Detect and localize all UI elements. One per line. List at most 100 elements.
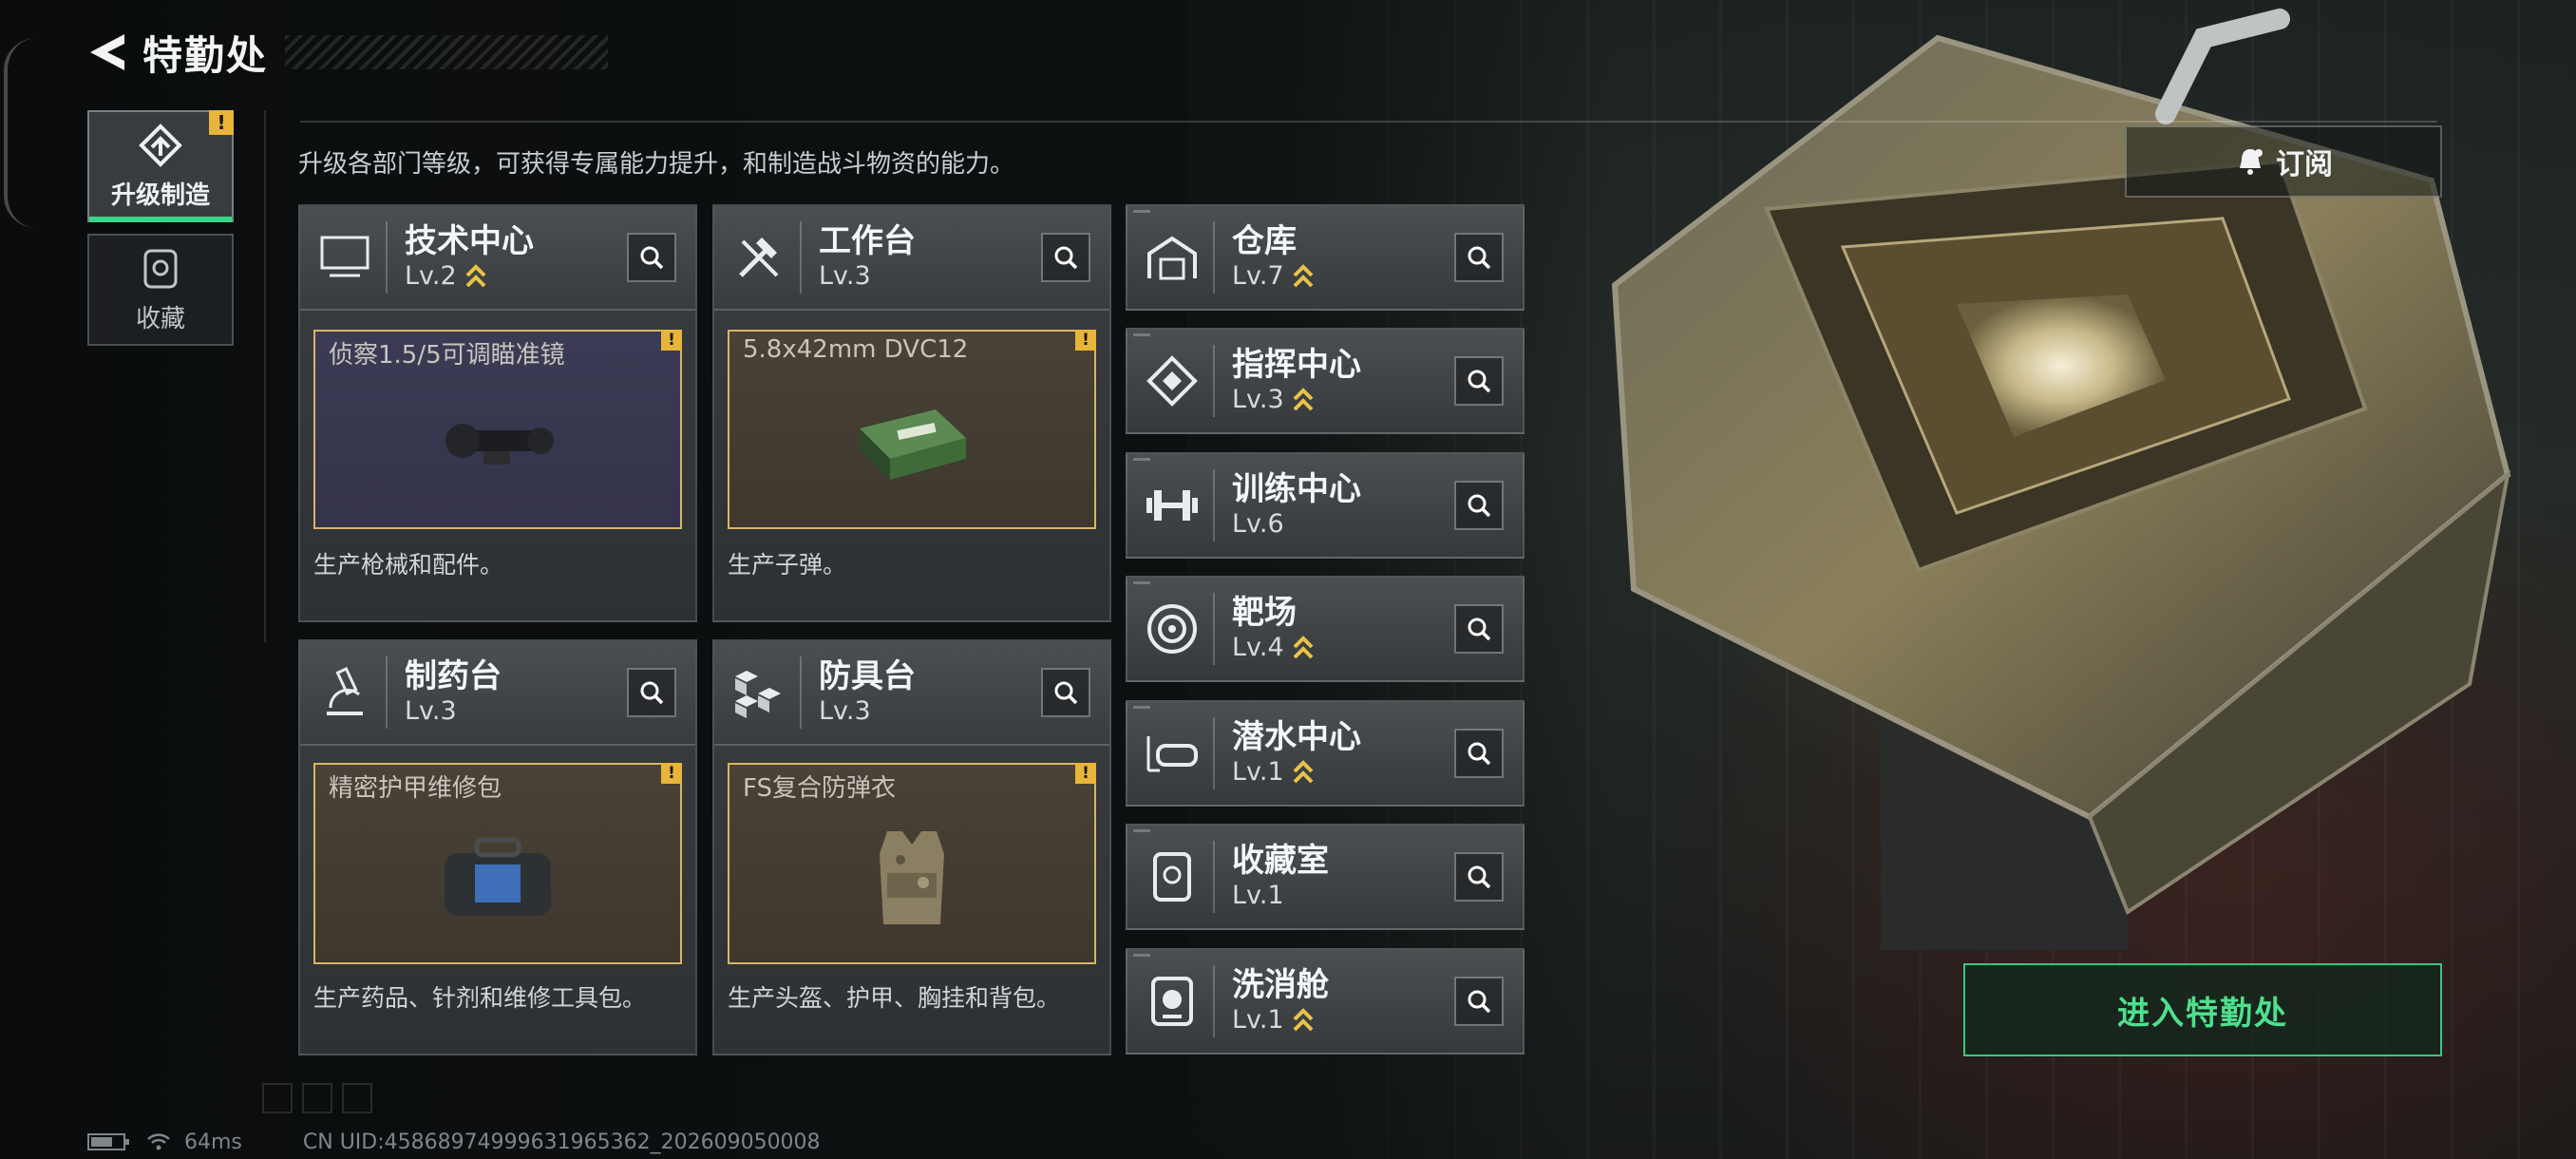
status-bar: 64ms CN UID:4586897499963196536​2_202609… bbox=[87, 1129, 821, 1155]
tools-icon bbox=[726, 224, 792, 291]
dept-card-decon-pod[interactable]: 洗消舱 Lv.1 bbox=[1126, 948, 1525, 1054]
card-text: 指挥中心 Lv.3 bbox=[1232, 346, 1454, 416]
search-button[interactable] bbox=[1041, 668, 1090, 717]
dept-level: Lv.1 bbox=[1232, 757, 1284, 787]
dept-name: 工作台 bbox=[819, 222, 916, 260]
subscribe-bell-icon bbox=[2240, 149, 2263, 175]
separator bbox=[386, 656, 388, 729]
separator bbox=[1213, 469, 1215, 542]
card-text: 技术中心 Lv.2 bbox=[405, 222, 627, 293]
upgrade-available-icon bbox=[464, 264, 487, 289]
enter-special-ops-button[interactable]: 进入特勤处 bbox=[1963, 963, 2442, 1056]
dept-level-row: Lv.4 bbox=[1232, 632, 1454, 664]
dept-card-training-center[interactable]: 训练中心 Lv.6 bbox=[1126, 452, 1525, 559]
search-icon bbox=[640, 246, 664, 270]
dept-card-pharmacy[interactable]: 制药台 Lv.3 精密护甲维修包 ! 生产药品、针剂和维修工具包。 bbox=[298, 639, 697, 1055]
page-header: 特勤处 bbox=[82, 23, 609, 82]
dept-level: Lv.3 bbox=[405, 696, 457, 726]
dept-name: 制药台 bbox=[405, 657, 502, 695]
dept-level: Lv.3 bbox=[819, 261, 871, 291]
dept-card-collection-room[interactable]: 收藏室 Lv.1 bbox=[1126, 824, 1525, 930]
search-button[interactable] bbox=[1454, 233, 1504, 282]
dept-level: Lv.6 bbox=[1232, 509, 1284, 539]
dept-name: 靶场 bbox=[1232, 594, 1297, 632]
alert-badge: ! bbox=[661, 763, 682, 784]
separator bbox=[1213, 965, 1215, 1037]
dept-card-diving-center[interactable]: 潜水中心 Lv.1 bbox=[1126, 700, 1525, 807]
search-icon bbox=[1468, 494, 1491, 518]
card-header: 制药台 Lv.3 bbox=[300, 641, 695, 746]
craft-item-name: 5.8x42mm DVC12 bbox=[743, 335, 969, 364]
dept-description: 生产子弹。 bbox=[728, 551, 847, 579]
back-button[interactable] bbox=[82, 26, 135, 79]
enter-button-label: 进入特勤处 bbox=[2117, 994, 2288, 1033]
alert-badge: ! bbox=[209, 110, 234, 135]
craft-item-slot[interactable]: 5.8x42mm DVC12 ! bbox=[728, 330, 1096, 529]
dept-name: 潜水中心 bbox=[1232, 718, 1361, 756]
card-text: 收藏室 Lv.1 bbox=[1232, 842, 1454, 912]
search-icon bbox=[1468, 990, 1491, 1014]
dept-level-row: Lv.2 bbox=[405, 260, 627, 293]
search-button[interactable] bbox=[627, 233, 676, 282]
alert-badge: ! bbox=[1075, 763, 1096, 784]
search-button[interactable] bbox=[1454, 729, 1504, 778]
ammo-box-icon bbox=[850, 400, 974, 489]
separator bbox=[800, 221, 802, 294]
dept-description: 生产枪械和配件。 bbox=[313, 551, 504, 579]
search-icon bbox=[1054, 246, 1078, 270]
microscope-icon bbox=[312, 659, 378, 726]
battery-icon bbox=[87, 1133, 129, 1150]
craft-item-slot[interactable]: 精密护甲维修包 ! bbox=[313, 763, 682, 964]
dept-card-tech-center[interactable]: 技术中心 Lv.2 侦察1.5/5可调瞄准镜 ! 生产枪械和配件。 bbox=[298, 204, 697, 622]
dept-card-armor-bench[interactable]: 防具台 Lv.3 FS复合防弹衣 ! 生产头盔、护甲、胸挂和背包。 bbox=[712, 639, 1111, 1055]
tab-label: 收藏 bbox=[135, 304, 185, 333]
separator bbox=[1213, 717, 1215, 789]
dept-name: 训练中心 bbox=[1232, 470, 1361, 508]
dept-name: 指挥中心 bbox=[1232, 346, 1361, 384]
dept-level: Lv.3 bbox=[819, 696, 871, 726]
decon-pod-icon bbox=[1139, 968, 1205, 1035]
craft-item-slot[interactable]: FS复合防弹衣 ! bbox=[728, 763, 1096, 964]
dept-name: 仓库 bbox=[1232, 222, 1297, 260]
dept-level: Lv.4 bbox=[1232, 633, 1284, 662]
search-icon bbox=[1468, 246, 1491, 270]
search-button[interactable] bbox=[1454, 977, 1504, 1026]
search-button[interactable] bbox=[1454, 356, 1504, 406]
card-text: 潜水中心 Lv.1 bbox=[1232, 718, 1454, 788]
upgrade-available-icon bbox=[1292, 760, 1315, 785]
dept-level-row: Lv.6 bbox=[1232, 508, 1454, 541]
alert-badge: ! bbox=[1075, 330, 1096, 351]
ping-text: 64ms bbox=[184, 1130, 242, 1154]
monitor-icon bbox=[312, 224, 378, 291]
uid-text: CN UID:4586897499963196536​2_20260905000… bbox=[302, 1130, 821, 1154]
tab-collection[interactable]: 收藏 bbox=[87, 234, 234, 346]
card-text: 靶场 Lv.4 bbox=[1232, 594, 1454, 664]
upgrade-available-icon bbox=[1292, 388, 1315, 412]
dept-level-row: Lv.3 bbox=[819, 260, 1041, 293]
search-button[interactable] bbox=[1454, 604, 1504, 654]
search-button[interactable] bbox=[1454, 481, 1504, 530]
search-button[interactable] bbox=[1454, 852, 1504, 902]
warehouse-icon bbox=[1139, 224, 1205, 291]
dept-description: 生产头盔、护甲、胸挂和背包。 bbox=[728, 984, 1061, 1012]
subscribe-button[interactable]: 订阅 bbox=[2125, 125, 2442, 198]
repair-kit-icon bbox=[431, 830, 564, 929]
dept-card-command-center[interactable]: 指挥中心 Lv.3 bbox=[1126, 328, 1525, 434]
dept-card-shooting-range[interactable]: 靶场 Lv.4 bbox=[1126, 576, 1525, 682]
search-button[interactable] bbox=[1041, 233, 1090, 282]
dept-name: 收藏室 bbox=[1232, 842, 1329, 880]
dept-name: 洗消舱 bbox=[1232, 966, 1329, 1004]
dept-level-row: Lv.1 bbox=[1232, 756, 1454, 788]
dept-card-warehouse[interactable]: 仓库 Lv.7 bbox=[1126, 204, 1525, 311]
search-button[interactable] bbox=[627, 668, 676, 717]
footer-decoration bbox=[262, 1083, 382, 1113]
page-title: 特勤处 bbox=[142, 31, 269, 79]
card-text: 洗消舱 Lv.1 bbox=[1232, 966, 1454, 1036]
dept-level: Lv.7 bbox=[1232, 261, 1284, 291]
dept-level-row: Lv.1 bbox=[1232, 880, 1454, 912]
card-text: 防具台 Lv.3 bbox=[819, 657, 1041, 728]
tab-upgrade-craft[interactable]: ! 升级制造 bbox=[87, 110, 234, 222]
craft-item-slot[interactable]: 侦察1.5/5可调瞄准镜 ! bbox=[313, 330, 682, 529]
dept-card-workbench[interactable]: 工作台 Lv.3 5.8x42mm DVC12 ! 生产子弹。 bbox=[712, 204, 1111, 622]
separator bbox=[1213, 593, 1215, 665]
